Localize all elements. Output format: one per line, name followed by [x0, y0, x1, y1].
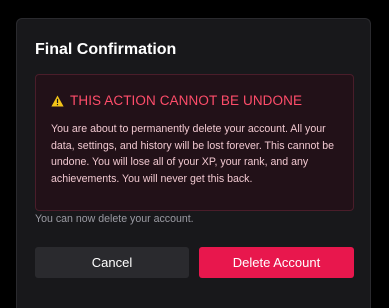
status-message: You can now delete your account.	[35, 213, 194, 225]
cancel-button[interactable]: Cancel	[35, 247, 189, 278]
warning-box: THIS ACTION CANNOT BE UNDONE You are abo…	[35, 74, 354, 211]
dialog-title: Final Confirmation	[35, 41, 177, 58]
warning-message: You are about to permanently delete your…	[51, 123, 335, 185]
delete-account-button[interactable]: Delete Account	[199, 247, 354, 278]
final-confirmation-dialog: Final Confirmation THIS ACTION CANNOT BE…	[16, 18, 371, 308]
warning-triangle-icon	[51, 94, 64, 107]
warning-title: THIS ACTION CANNOT BE UNDONE	[70, 92, 303, 108]
warning-header: THIS ACTION CANNOT BE UNDONE	[51, 91, 302, 109]
